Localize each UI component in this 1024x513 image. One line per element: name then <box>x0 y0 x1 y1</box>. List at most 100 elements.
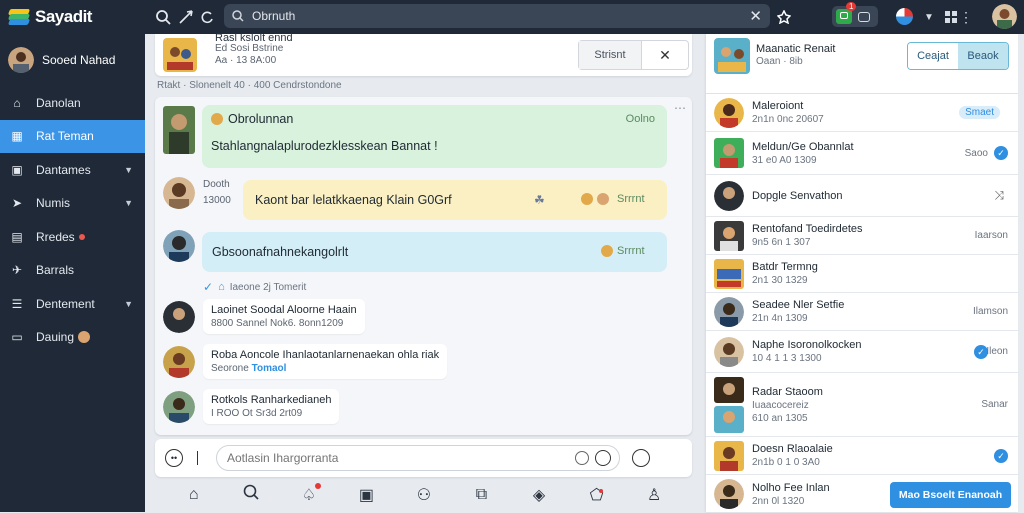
status-globe-icon[interactable] <box>896 8 913 25</box>
sidebar-item-2[interactable]: ▣ Dantames ▼ <box>0 153 145 187</box>
contact-row[interactable]: Dopgle Senvathon ⤨ <box>706 175 1018 217</box>
contact-row[interactable]: Rentofand Toedirdetes 9n5 6n 1 307 Iaarso… <box>706 217 1018 255</box>
bird-icon: ✈ <box>11 263 23 278</box>
contact-name: Batdr Termng <box>752 261 818 273</box>
refresh-icon[interactable] <box>194 4 220 30</box>
terminal-icon: ▭ <box>11 330 23 345</box>
sidebar-item-label: Barrals <box>36 263 75 278</box>
attach-icon[interactable] <box>575 451 589 465</box>
share-icon[interactable]: ⤨ <box>994 188 1004 203</box>
contact-avatar <box>714 296 744 327</box>
people-icon[interactable]: ⚇ <box>410 485 438 505</box>
logo-icon <box>7 8 31 26</box>
apps-icon[interactable]: ▣ <box>352 485 380 505</box>
contact-row[interactable]: Naphe Isoronolkocken 10 4 1 1 3 1300 ✓ Il… <box>706 331 1018 373</box>
building-icon: ▦ <box>11 129 23 144</box>
main-panel: Rasl kslolt ennd Ed Sosi Bstrine Aa · 13… <box>145 32 703 512</box>
contact-name: Meldun/Ge Obannlat <box>752 140 854 153</box>
message-sub: Seorone <box>211 363 249 374</box>
layers-icon[interactable]: ◈ <box>525 485 553 505</box>
user-avatar[interactable] <box>992 4 1017 29</box>
sidebar-item-6[interactable]: ☰ Dentement ▼ <box>0 287 145 321</box>
contact-name: Maleroiont <box>752 100 804 112</box>
search-icon[interactable] <box>237 484 265 505</box>
search-bar[interactable]: ✕ <box>224 4 770 28</box>
more-icon[interactable]: ⋮ <box>953 4 979 30</box>
contact-row[interactable]: Doesn Rlaoalaie 2n1b 0 1 0 3A0 ✓ <box>706 437 1018 475</box>
message-card: Laoinet Soodal Aloorne Haain 8800 Sannel… <box>203 299 365 334</box>
sticker-icon[interactable] <box>632 449 650 467</box>
contact-row[interactable]: Radar Staoom Iuaacocereiz 610 an 1305 Sana… <box>706 373 1018 437</box>
sender-avatar <box>163 345 195 378</box>
mic-icon[interactable] <box>595 450 611 466</box>
contacts-header: Maanatic Renait Oaan · 8ib Ceajat Beaok <box>706 34 1018 94</box>
contact-row[interactable]: Nolho Fee Inlan 2nn 0l 1320 Mao Bsoelt En… <box>706 475 1018 513</box>
sender-avatar <box>163 106 195 154</box>
sidebar-item-label: Dentement <box>36 296 95 311</box>
sidebar-item-label: Rredes <box>36 229 75 244</box>
sidebar-item-4[interactable]: ▤ Rredes <box>0 220 145 254</box>
message-sub: 8800 Sannel Nok6. 8onn1209 <box>211 318 344 329</box>
cancel-button[interactable]: Ceajat <box>908 43 958 69</box>
notifications-icon[interactable]: ♤ <box>295 482 323 505</box>
list-item[interactable]: Rotkols Ranharkedianeh I ROO Ot Sr3d 2rt… <box>163 389 340 424</box>
contact-action[interactable]: Smaet <box>959 106 1000 119</box>
home-icon[interactable]: ⌂ <box>180 486 208 504</box>
message-icon <box>836 9 852 24</box>
text-cursor <box>197 451 198 465</box>
document-icon: ▤ <box>11 229 23 244</box>
search-messages-button[interactable]: Strisnt <box>579 41 642 69</box>
contact-row[interactable]: Maleroiont 2n1n 0nc 20607 Smaet <box>706 94 1018 132</box>
contact-name: Doesn Rlaoalaie <box>752 443 833 455</box>
clear-search-icon[interactable]: ✕ <box>749 7 762 25</box>
contact-avatar <box>714 258 744 289</box>
list-item[interactable]: Laoinet Soodal Aloorne Haain 8800 Sannel… <box>163 299 365 334</box>
contact-row[interactable]: Seadee Nler Setfie 21n 4n 1309 Ilamson <box>706 293 1018 331</box>
photos-icon[interactable]: ⧉ <box>468 486 496 504</box>
sidebar: Sooed Nahad ⌂ Danolan ▦ Rat Teman ▣ Dant… <box>0 34 145 512</box>
message-name: Laoinet Soodal Aloorne Haain <box>211 304 357 316</box>
logo[interactable]: Sayadit <box>0 7 145 27</box>
search-actions: Strisnt ✕ <box>578 40 689 70</box>
search-input[interactable] <box>252 9 750 23</box>
sidebar-profile[interactable]: Sooed Nahad <box>0 34 145 86</box>
home-icon: ⌂ <box>13 95 21 110</box>
emoji-icon[interactable]: •• <box>165 449 183 467</box>
chevron-down-icon: ▼ <box>124 198 133 209</box>
sidebar-item-1[interactable]: ▦ Rat Teman <box>0 119 145 153</box>
group-avatar <box>714 38 750 74</box>
bubble-text: Gbsoonafnahnekangolrlt <box>212 245 349 259</box>
sidebar-item-7[interactable]: ▭ Dauing <box>0 321 145 355</box>
contact-action: Saoo <box>964 147 988 159</box>
contact-sub: 2nn 0l 1320 <box>752 495 805 507</box>
message-bubble-blue[interactable]: Gbsoonafnahnekangolrlt Srrrnt <box>202 232 667 272</box>
chat-toggle[interactable]: 1 <box>832 2 878 27</box>
group-avatar <box>163 38 197 72</box>
composer: •• <box>155 439 692 477</box>
sender-avatar <box>163 390 195 423</box>
home-icon: ⌂ <box>218 281 225 293</box>
primary-action-button[interactable]: Mao Bsoelt Enanoah <box>890 482 1011 508</box>
message-bubble-green[interactable]: Obrolunnan Oolno Stahlangnalaplurodezkle… <box>202 105 667 168</box>
sidebar-item-0[interactable]: ⌂ Danolan <box>0 86 145 120</box>
message-bubble-yellow[interactable]: Kaont bar lelatkkaenag Klain G0Grf ☘ Srr… <box>243 180 667 220</box>
message-input[interactable] <box>227 451 557 465</box>
message-link[interactable]: Tomaol <box>252 363 287 374</box>
panel-title: Maanatic Renait <box>756 43 836 55</box>
contact-row[interactable]: Batdr Termng 2n1 30 1329 <box>706 255 1018 293</box>
more-icon[interactable]: ⋯ <box>674 101 686 115</box>
alert-icon[interactable]: ⬠ <box>583 485 611 505</box>
list-icon: ☰ <box>11 296 23 311</box>
contact-name: Radar Staoom <box>752 385 823 398</box>
list-item[interactable]: Roba Aoncole Ihanlaotanlarnenaekan ohla … <box>163 344 448 379</box>
bubble-status: Oolno <box>625 113 655 125</box>
message-input-wrapper[interactable] <box>216 445 620 471</box>
sidebar-item-5[interactable]: ✈ Barrals <box>0 254 145 288</box>
pin-icon[interactable] <box>771 4 797 30</box>
sidebar-item-3[interactable]: ➤ Numis ▼ <box>0 187 145 221</box>
profile-icon[interactable]: ♙ <box>640 485 668 505</box>
contact-row[interactable]: Meldun/Ge Obannlat 31 e0 A0 1309 Saoo ✓ <box>706 132 1018 175</box>
book-button[interactable]: Beaok <box>958 43 1008 69</box>
close-icon[interactable]: ✕ <box>642 41 688 69</box>
reaction-icon[interactable]: ☘ <box>534 193 545 207</box>
